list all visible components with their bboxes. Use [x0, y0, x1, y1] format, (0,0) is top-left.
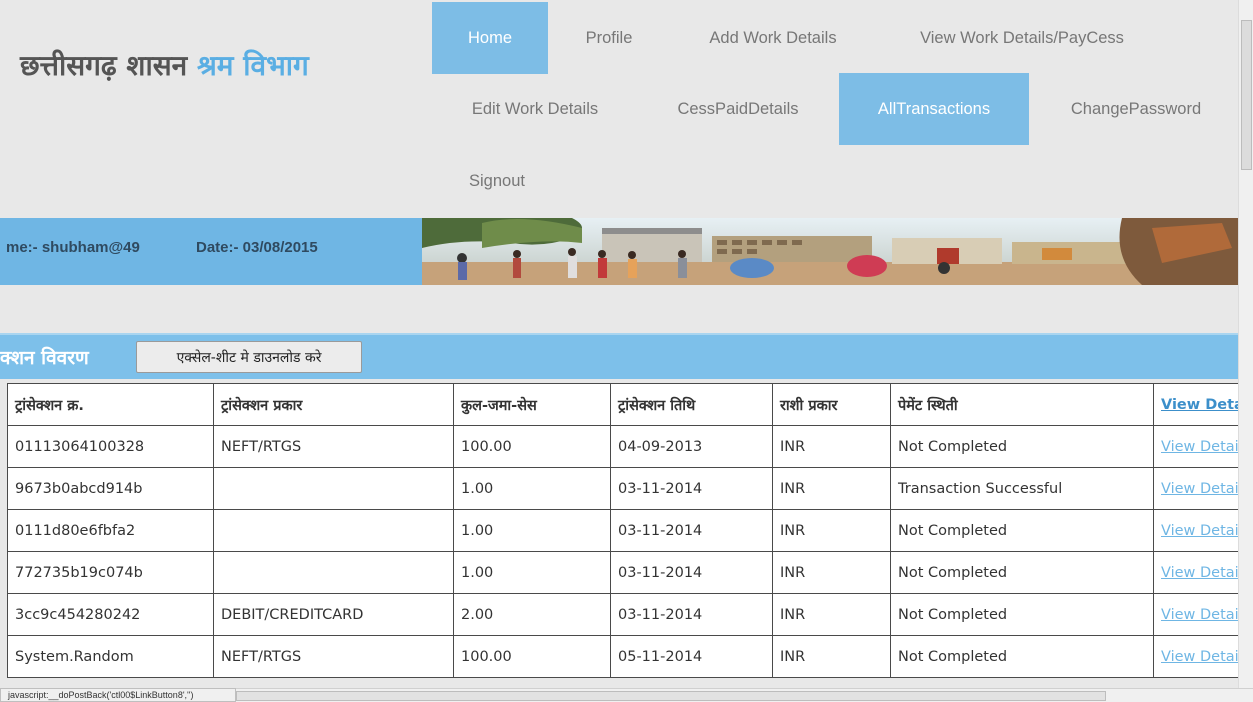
- cell-total-cess: 2.00: [453, 593, 611, 636]
- cell-amount-type: INR: [772, 593, 891, 636]
- cell-payment-status: Not Completed: [890, 425, 1154, 468]
- cell-amount-type: INR: [772, 509, 891, 552]
- cell-transaction-number: 3cc9c454280242: [7, 593, 214, 636]
- workers-banner-illustration: [422, 218, 1238, 285]
- nav-view-work-details[interactable]: View Work Details/PayCess: [895, 2, 1149, 74]
- status-bar-url: javascript:__doPostBack('ctl00$LinkButto…: [0, 688, 236, 702]
- cell-transaction-number: System.Random: [7, 635, 214, 678]
- view-details-link[interactable]: View Detai: [1161, 439, 1239, 455]
- brand-text-department: श्रम विभाग: [196, 49, 309, 82]
- vertical-scroll-thumb[interactable]: [1241, 20, 1252, 170]
- table-row: 01113064100328 NEFT/RTGS 100.00 04-09-20…: [7, 425, 1252, 468]
- table-row: System.Random NEFT/RTGS 100.00 05-11-201…: [7, 635, 1252, 678]
- cell-transaction-type: DEBIT/CREDITCARD: [213, 593, 454, 636]
- view-details-link[interactable]: View Detai: [1161, 481, 1239, 497]
- header-transaction-number: ट्रांसेक्शन क्र.: [7, 383, 214, 426]
- cell-view-details: View Detai: [1153, 467, 1252, 510]
- header-total-cess: कुल-जमा-सेस: [453, 383, 611, 426]
- cell-view-details: View Detai: [1153, 593, 1252, 636]
- cell-total-cess: 1.00: [453, 551, 611, 594]
- cell-transaction-number: 01113064100328: [7, 425, 214, 468]
- cell-view-details: View Detai: [1153, 551, 1252, 594]
- cell-transaction-number: 0111d80e6fbfa2: [7, 509, 214, 552]
- horizontal-scroll-thumb[interactable]: [236, 691, 1106, 701]
- cell-transaction-type: NEFT/RTGS: [213, 635, 454, 678]
- banner-image: [422, 218, 1238, 285]
- cell-total-cess: 100.00: [453, 635, 611, 678]
- cell-transaction-date: 03-11-2014: [610, 551, 773, 594]
- cell-amount-type: INR: [772, 467, 891, 510]
- cell-transaction-number: 9673b0abcd914b: [7, 467, 214, 510]
- cell-view-details: View Detai: [1153, 509, 1252, 552]
- view-details-link[interactable]: View Detai: [1161, 565, 1239, 581]
- table-header-row: ट्रांसेक्शन क्र. ट्रांसेक्शन प्रकार कुल-…: [7, 383, 1252, 426]
- cell-payment-status: Not Completed: [890, 593, 1154, 636]
- table-row: 9673b0abcd914b 1.00 03-11-2014 INR Trans…: [7, 467, 1252, 510]
- cell-total-cess: 1.00: [453, 509, 611, 552]
- view-details-header-link[interactable]: View Deta: [1161, 397, 1244, 413]
- cell-view-details: View Detai: [1153, 425, 1252, 468]
- date-label: Date:- 03/08/2015: [196, 239, 318, 256]
- cell-transaction-date: 03-11-2014: [610, 509, 773, 552]
- nav-profile[interactable]: Profile: [565, 2, 653, 74]
- vertical-scrollbar[interactable]: [1238, 0, 1253, 688]
- cell-payment-status: Not Completed: [890, 551, 1154, 594]
- transactions-section-header: क्शन विवरण एक्सेल-शीट मे डाउनलोड करे: [0, 333, 1238, 379]
- section-title: क्शन विवरण: [0, 347, 89, 369]
- nav-home[interactable]: Home: [432, 2, 548, 74]
- nav-add-work-details[interactable]: Add Work Details: [690, 2, 856, 74]
- view-details-link[interactable]: View Detai: [1161, 649, 1239, 665]
- view-details-link[interactable]: View Detai: [1161, 523, 1239, 539]
- cell-transaction-type: [213, 467, 454, 510]
- header-view-details: View Deta: [1153, 383, 1252, 426]
- table-row: 0111d80e6fbfa2 1.00 03-11-2014 INR Not C…: [7, 509, 1252, 552]
- table-row: 3cc9c454280242 DEBIT/CREDITCARD 2.00 03-…: [7, 593, 1252, 636]
- nav-cess-paid-details[interactable]: CessPaidDetails: [660, 73, 816, 145]
- brand-logo: छत्तीसगढ़ शासन श्रम विभाग: [20, 46, 309, 84]
- cell-transaction-date: 03-11-2014: [610, 467, 773, 510]
- header-transaction-type: ट्रांसेक्शन प्रकार: [213, 383, 454, 426]
- cell-transaction-type: NEFT/RTGS: [213, 425, 454, 468]
- transactions-table: ट्रांसेक्शन क्र. ट्रांसेक्शन प्रकार कुल-…: [7, 383, 1252, 678]
- nav-change-password[interactable]: ChangePassword: [1052, 73, 1220, 145]
- cell-transaction-date: 03-11-2014: [610, 593, 773, 636]
- cell-amount-type: INR: [772, 635, 891, 678]
- nav-signout[interactable]: Signout: [455, 145, 539, 217]
- cell-total-cess: 100.00: [453, 425, 611, 468]
- cell-transaction-type: [213, 509, 454, 552]
- cell-amount-type: INR: [772, 425, 891, 468]
- nav-all-transactions[interactable]: AllTransactions: [839, 73, 1029, 145]
- brand-text-government: छत्तीसगढ़ शासन: [20, 49, 188, 82]
- view-details-link[interactable]: View Detai: [1161, 607, 1239, 623]
- username-label: me:- shubham@49: [6, 239, 140, 256]
- cell-transaction-type: [213, 551, 454, 594]
- site-header: छत्तीसगढ़ शासन श्रम विभाग Home Profile A…: [0, 0, 1238, 218]
- cell-total-cess: 1.00: [453, 467, 611, 510]
- cell-payment-status: Not Completed: [890, 509, 1154, 552]
- cell-transaction-date: 05-11-2014: [610, 635, 773, 678]
- header-payment-status: पेमेंट स्थिती: [890, 383, 1154, 426]
- cell-amount-type: INR: [772, 551, 891, 594]
- cell-transaction-number: 772735b19c074b: [7, 551, 214, 594]
- cell-payment-status: Transaction Successful: [890, 467, 1154, 510]
- nav-edit-work-details[interactable]: Edit Work Details: [455, 73, 615, 145]
- table-row: 772735b19c074b 1.00 03-11-2014 INR Not C…: [7, 551, 1252, 594]
- cell-payment-status: Not Completed: [890, 635, 1154, 678]
- header-amount-type: राशी प्रकार: [772, 383, 891, 426]
- header-transaction-date: ट्रांसेक्शन तिथि: [610, 383, 773, 426]
- cell-transaction-date: 04-09-2013: [610, 425, 773, 468]
- download-excel-button[interactable]: एक्सेल-शीट मे डाउनलोड करे: [136, 341, 362, 373]
- cell-view-details: View Detai: [1153, 635, 1252, 678]
- user-info-bar: me:- shubham@49 Date:- 03/08/2015: [0, 218, 1238, 285]
